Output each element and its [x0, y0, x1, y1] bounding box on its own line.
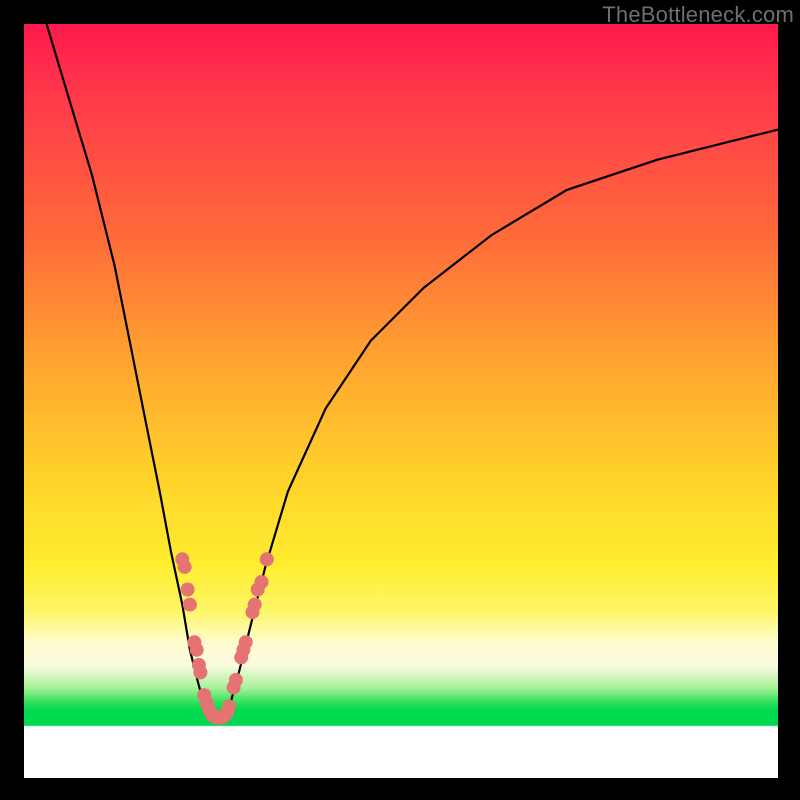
data-point — [181, 583, 195, 597]
chart-container: TheBottleneck.com — [0, 0, 800, 800]
data-point — [222, 699, 236, 713]
chart-svg — [24, 24, 778, 778]
data-point — [183, 598, 197, 612]
data-point — [248, 598, 262, 612]
data-point — [239, 635, 253, 649]
data-point — [229, 673, 243, 687]
data-point — [260, 552, 274, 566]
data-point — [255, 575, 269, 589]
plot-area — [24, 24, 778, 778]
curve-left — [47, 24, 217, 718]
curve-right — [220, 130, 778, 718]
data-point — [193, 665, 207, 679]
data-point — [190, 643, 204, 657]
data-point — [178, 560, 192, 574]
data-points — [175, 552, 273, 724]
watermark-text: TheBottleneck.com — [602, 2, 794, 28]
